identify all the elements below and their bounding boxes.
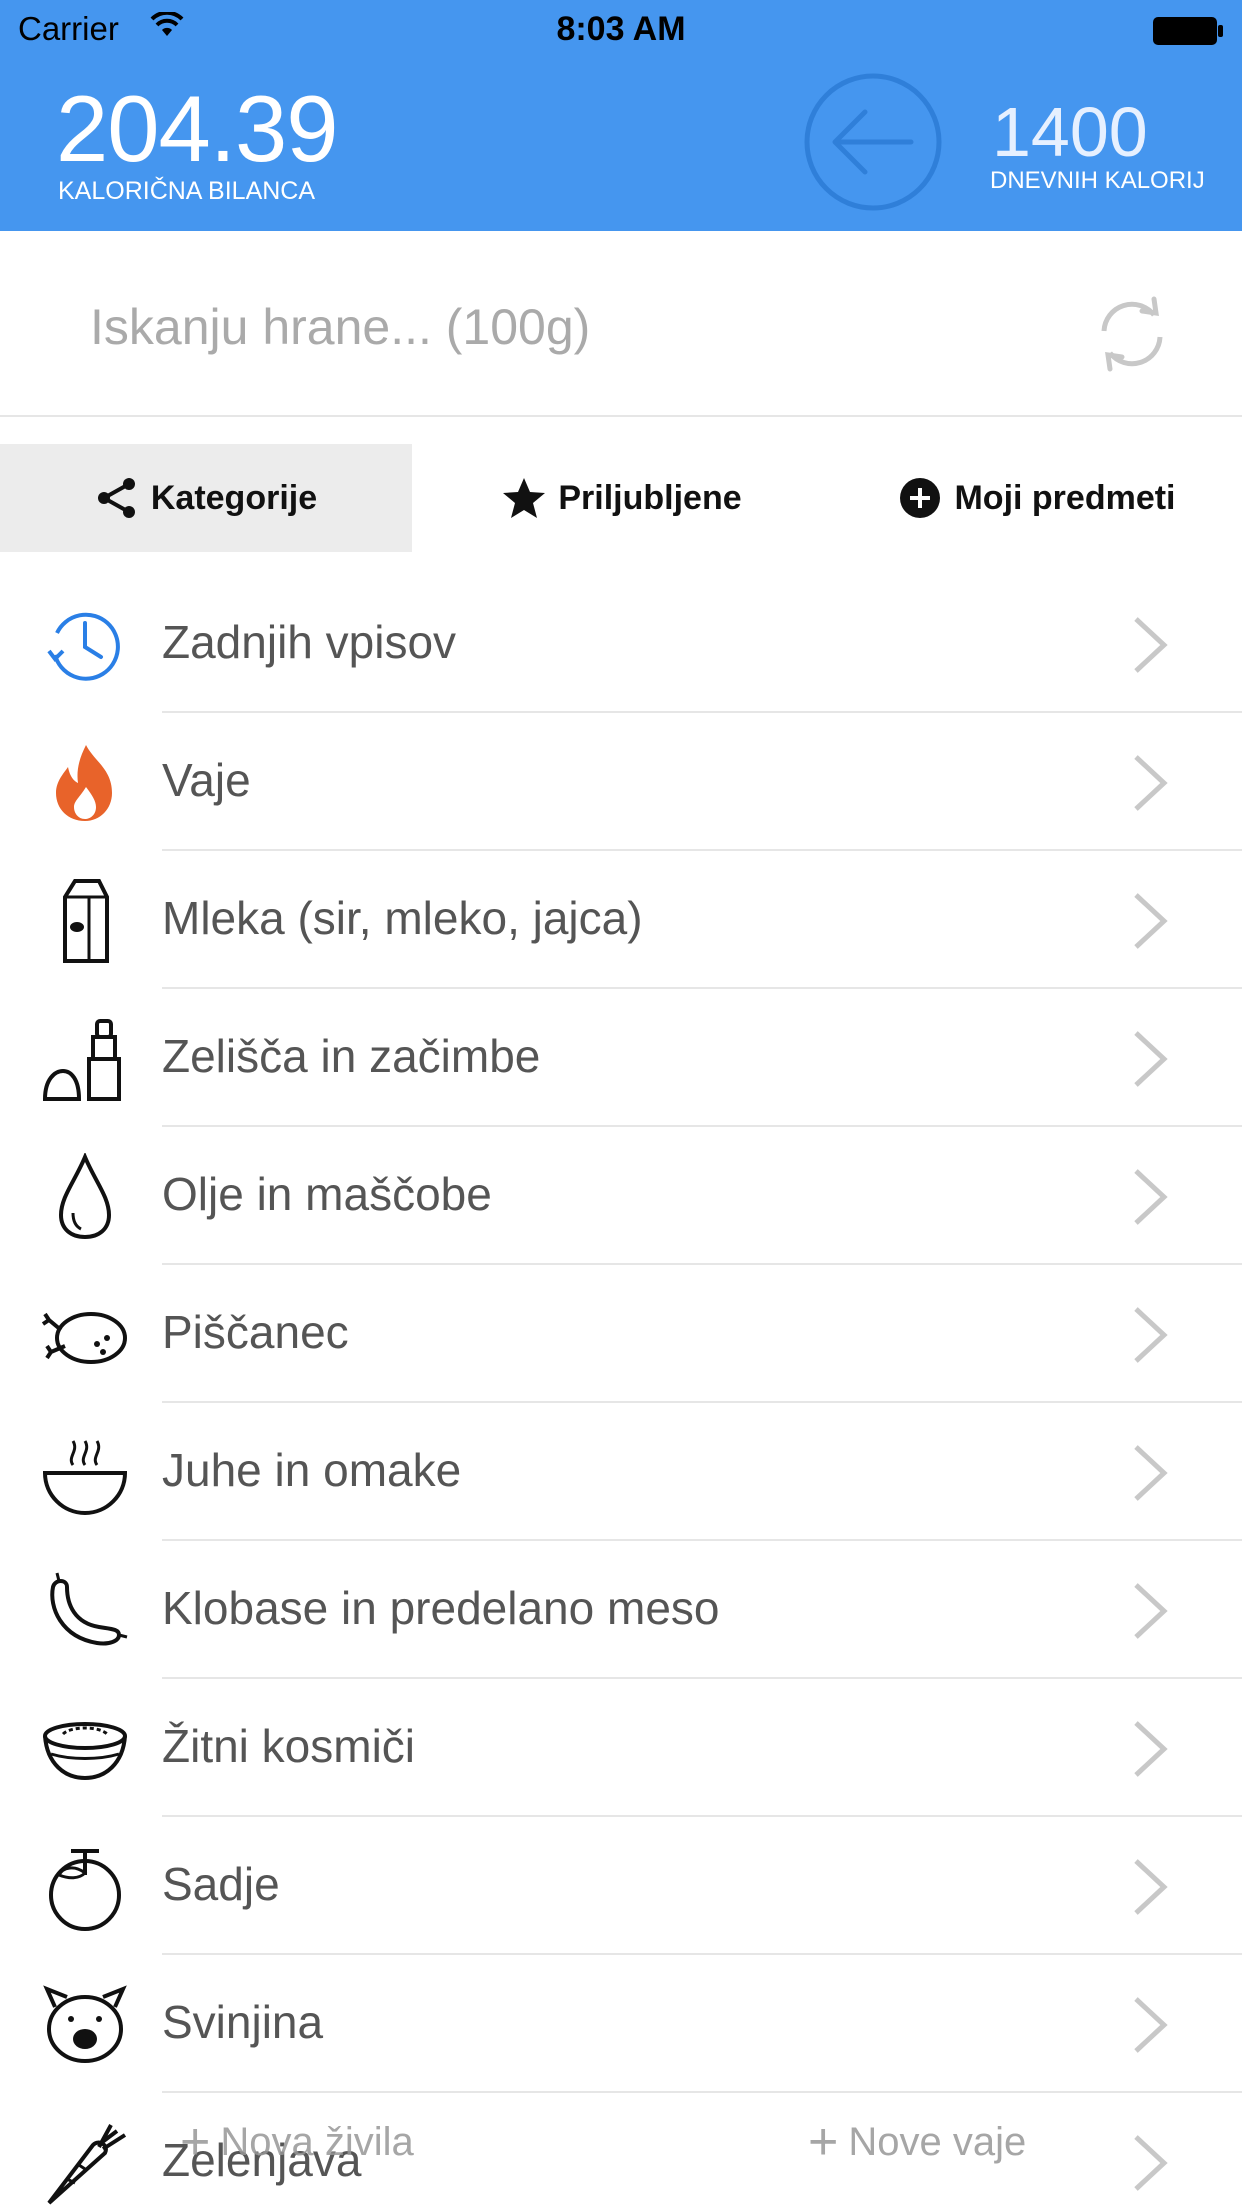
share-icon [95,476,139,520]
chevron-right-icon [1130,1443,1170,1508]
tab-bar: Kategorije Priljubljene Moji predmeti [0,444,1242,552]
tab-my-items-label: Moji predmeti [954,478,1176,517]
plus-circle-icon [898,476,942,520]
new-food-button[interactable]: + Nova živila [180,2112,414,2172]
back-arrow-button[interactable] [803,72,943,212]
list-item-label: Mleka (sir, mleko, jajca) [162,892,643,944]
list-item[interactable]: Žitni kosmiči [0,1679,1242,1817]
list-item-label: Juhe in omake [162,1444,462,1496]
oil-drop-icon [40,1152,130,1242]
list-item[interactable]: Zadnjih vpisov [0,575,1242,713]
chicken-icon [40,1290,130,1380]
new-exercise-label: Nove vaje [848,2119,1027,2164]
chevron-right-icon [1130,1719,1170,1784]
soup-bowl-icon [40,1428,130,1518]
list-item[interactable]: Svinjina [0,1955,1242,2093]
list-item[interactable]: Piščanec [0,1265,1242,1403]
tab-favorites[interactable]: Priljubljene [412,444,832,552]
pig-icon [40,1980,130,2070]
search-row [0,231,1242,417]
chevron-right-icon [1130,1029,1170,1094]
refresh-icon[interactable] [1092,289,1172,384]
chevron-right-icon [1130,1305,1170,1370]
cereal-bowl-icon [40,1704,130,1794]
chevron-right-icon [1130,891,1170,956]
list-item-label: Piščanec [162,1306,349,1358]
list-item[interactable]: Juhe in omake [0,1403,1242,1541]
list-item[interactable]: Zelišča in začimbe [0,989,1242,1127]
chevron-right-icon [1130,1581,1170,1646]
new-food-label: Nova živila [220,2119,414,2164]
clock-icon [40,600,130,690]
plus-icon: + [180,2113,211,2171]
star-icon [502,476,546,520]
chevron-right-icon [1130,753,1170,818]
daily-calories-value[interactable]: 1400 [992,92,1148,172]
calorie-balance-label: KALORIČNA BILANCA [58,177,316,205]
list-item[interactable]: Klobase in predelano meso [0,1541,1242,1679]
chevron-right-icon [1130,1995,1170,2060]
status-time: 8:03 AM [556,10,686,48]
tab-favorites-label: Priljubljene [558,478,742,517]
chevron-right-icon [1130,615,1170,680]
app-screen: Carrier 8:03 AM 204.39 KALORIČNA BILANCA [0,0,1242,2208]
tab-categories[interactable]: Kategorije [0,444,412,552]
tab-categories-label: Kategorije [150,478,318,517]
calorie-balance-value: 204.39 [56,76,339,181]
flame-icon [40,738,130,828]
list-item[interactable]: Sadje [0,1817,1242,1955]
list-item-label: Zadnjih vpisov [162,616,457,668]
list-item-label: Sadje [162,1858,280,1910]
chevron-right-icon [1130,1857,1170,1922]
list-item-label: Olje in maščobe [162,1168,492,1220]
list-item[interactable]: Mleka (sir, mleko, jajca) [0,851,1242,989]
chevron-right-icon [1130,1167,1170,1232]
list-item-label: Zelišča in začimbe [162,1030,541,1082]
list-item[interactable]: Vaje [0,713,1242,851]
sausage-icon [40,1566,130,1656]
list-item-label: Klobase in predelano meso [162,1582,720,1634]
status-bar: Carrier 8:03 AM [0,0,1242,60]
battery-icon [1152,16,1223,45]
list-item[interactable]: Olje in maščobe [0,1127,1242,1265]
list-item-label: Vaje [162,754,251,806]
bottom-actions: + Nova živila + Nove vaje [0,2100,1242,2190]
fruit-icon [40,1842,130,1932]
tab-my-items[interactable]: Moji predmeti [832,444,1242,552]
list-item-label: Žitni kosmiči [162,1720,416,1772]
daily-calories-label: DNEVNIH KALORIJ [990,167,1205,194]
new-exercise-button[interactable]: + Nove vaje [808,2112,1026,2172]
spice-icon [40,1014,130,1104]
plus-icon: + [808,2113,839,2171]
milk-carton-icon [40,876,130,966]
header-bar: Carrier 8:03 AM 204.39 KALORIČNA BILANCA [0,0,1242,231]
list-item-label: Svinjina [162,1996,324,2048]
food-search-input[interactable] [88,291,992,363]
